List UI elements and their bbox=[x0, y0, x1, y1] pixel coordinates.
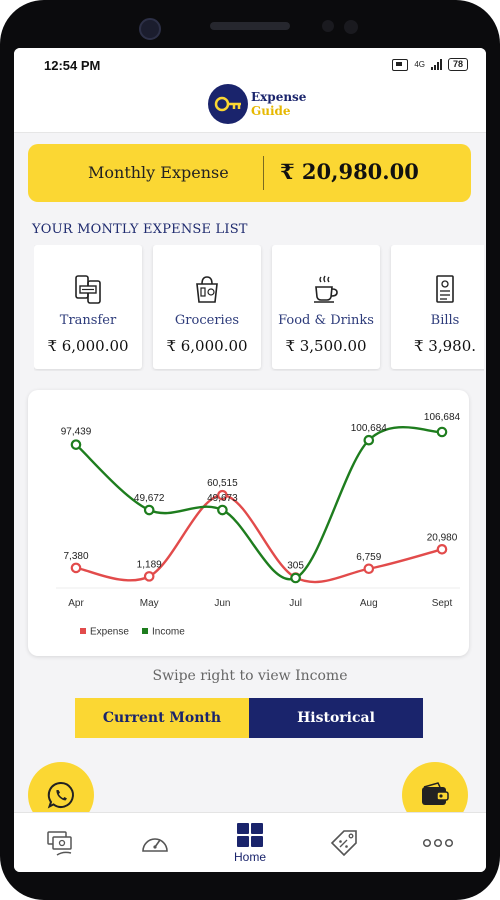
whatsapp-icon bbox=[47, 781, 74, 809]
app-header: Expense Guide bbox=[14, 78, 486, 133]
nav-dashboard[interactable] bbox=[108, 813, 202, 872]
data-point-expense[interactable] bbox=[143, 571, 155, 582]
category-amount: ₹ 6,000.00 bbox=[47, 337, 129, 355]
data-point-income[interactable] bbox=[290, 572, 301, 584]
cash-payment-icon bbox=[47, 831, 72, 856]
groceries-icon bbox=[196, 276, 218, 303]
app-screen: 12:54 PM 4G 78 Expense Guide Monthly Exp… bbox=[14, 48, 486, 872]
proximity-sensor bbox=[322, 20, 334, 32]
category-card-transfer[interactable]: Transfer ₹ 6,000.00 bbox=[34, 245, 142, 369]
data-point-expense[interactable] bbox=[436, 543, 448, 555]
data-label-income: 100,684 bbox=[351, 423, 388, 434]
monthly-expense-value: ₹ 20,980.00 bbox=[280, 159, 419, 184]
phone-frame: 12:54 PM 4G 78 Expense Guide Monthly Exp… bbox=[0, 0, 500, 900]
category-amount: ₹ 6,000.00 bbox=[166, 337, 248, 355]
x-tick-label: Jun bbox=[214, 598, 230, 609]
legend-swatch-income bbox=[142, 628, 148, 634]
data-point-income[interactable] bbox=[436, 426, 448, 438]
nav-home-label: Home bbox=[233, 850, 266, 864]
data-point-income[interactable] bbox=[143, 504, 155, 516]
earpiece-speaker bbox=[210, 22, 290, 30]
category-name: Transfer bbox=[59, 313, 117, 328]
status-icons: 4G 78 bbox=[392, 58, 468, 71]
network-type: 4G bbox=[414, 60, 425, 69]
expense-list-title: YOUR MONTLY EXPENSE LIST bbox=[32, 222, 248, 237]
x-tick-label: Sept bbox=[432, 598, 453, 609]
x-tick-label: Jul bbox=[289, 598, 302, 609]
front-sensor bbox=[344, 20, 358, 34]
x-tick-label: Aug bbox=[360, 598, 378, 609]
data-point-expense[interactable] bbox=[363, 563, 375, 575]
battery-indicator: 78 bbox=[447, 58, 468, 71]
home-grid-icon bbox=[237, 823, 263, 847]
legend-label-income: Income bbox=[152, 627, 185, 638]
income-expense-chart-card[interactable]: Apr May Jun Jul Aug Sept 7,380 1,189 60,515 305 6,… bbox=[28, 390, 469, 656]
logo-text-guide: Guide bbox=[251, 104, 291, 118]
legend-label-expense: Expense bbox=[90, 627, 129, 638]
category-amount: ₹ 3,500.00 bbox=[285, 337, 367, 355]
nav-offers[interactable] bbox=[297, 813, 391, 872]
swipe-hint: Swipe right to view Income bbox=[152, 668, 348, 684]
nav-transactions[interactable] bbox=[14, 813, 108, 872]
app-logo: Expense Guide bbox=[208, 84, 306, 124]
category-name: Food & Drinks bbox=[278, 313, 374, 328]
data-point-income[interactable] bbox=[217, 504, 228, 516]
status-bar: 12:54 PM 4G 78 bbox=[14, 48, 486, 78]
category-name: Groceries bbox=[174, 313, 240, 328]
wallet-icon bbox=[422, 782, 449, 805]
category-card-food-drinks[interactable]: Food & Drinks ₹ 3,500.00 bbox=[272, 245, 380, 369]
data-point-expense[interactable] bbox=[70, 562, 82, 574]
series-line-income bbox=[75, 426, 443, 581]
category-name: Bills bbox=[430, 313, 460, 328]
logo-key-icon bbox=[208, 84, 248, 124]
nav-home[interactable]: Home bbox=[203, 813, 297, 872]
data-label-income: 106,684 bbox=[424, 412, 461, 423]
data-point-income[interactable] bbox=[70, 439, 82, 450]
nav-more[interactable] bbox=[391, 813, 485, 872]
x-tick-label: May bbox=[140, 598, 159, 609]
data-label-expense: 1,189 bbox=[137, 559, 162, 570]
sim-icon bbox=[392, 58, 409, 71]
category-card-bills[interactable]: Bills ₹ 3,980. bbox=[391, 245, 484, 369]
more-icon bbox=[422, 838, 454, 848]
signal-icon bbox=[430, 59, 442, 70]
monthly-expense-label: Monthly Expense bbox=[88, 163, 229, 182]
income-expense-line-chart: Apr May Jun Jul Aug Sept 7,380 1,189 60,515 305 6,… bbox=[56, 412, 461, 638]
legend-swatch-expense bbox=[80, 628, 86, 634]
discount-tag-icon bbox=[330, 830, 357, 857]
transfer-icon bbox=[75, 275, 101, 304]
series-line-expense bbox=[75, 493, 443, 584]
category-amount: ₹ 3,980. bbox=[413, 337, 477, 355]
data-point-income[interactable] bbox=[363, 434, 375, 446]
data-label-expense: 20,980 bbox=[427, 532, 458, 543]
data-label-income: 49,673 bbox=[207, 493, 238, 504]
data-label-expense: 60,515 bbox=[207, 478, 238, 489]
historical-button[interactable]: Historical bbox=[249, 698, 423, 738]
bottom-navigation: Home bbox=[14, 812, 486, 872]
category-card-groceries[interactable]: Groceries ₹ 6,000.00 bbox=[153, 245, 261, 369]
data-label-expense: 7,380 bbox=[63, 551, 88, 562]
data-label-expense: 305 bbox=[287, 561, 304, 572]
category-carousel[interactable]: Transfer ₹ 6,000.00 Groceries ₹ 6,000.00 bbox=[34, 245, 484, 371]
period-toggle: Current Month Historical bbox=[75, 698, 423, 738]
data-label-expense: 6,759 bbox=[356, 552, 381, 563]
x-tick-label: Apr bbox=[68, 598, 84, 609]
speedometer-icon bbox=[142, 838, 168, 852]
data-label-income: 97,439 bbox=[61, 427, 92, 438]
monthly-expense-banner: Monthly Expense ₹ 20,980.00 bbox=[28, 144, 471, 202]
banner-divider bbox=[263, 156, 264, 190]
data-label-income: 49,672 bbox=[134, 493, 165, 504]
current-month-button[interactable]: Current Month bbox=[75, 698, 249, 738]
food-drinks-icon bbox=[314, 275, 338, 303]
logo-text-expense: Expense bbox=[251, 90, 307, 104]
bills-icon bbox=[436, 275, 454, 303]
status-time: 12:54 PM bbox=[44, 58, 101, 73]
front-camera bbox=[139, 18, 161, 40]
